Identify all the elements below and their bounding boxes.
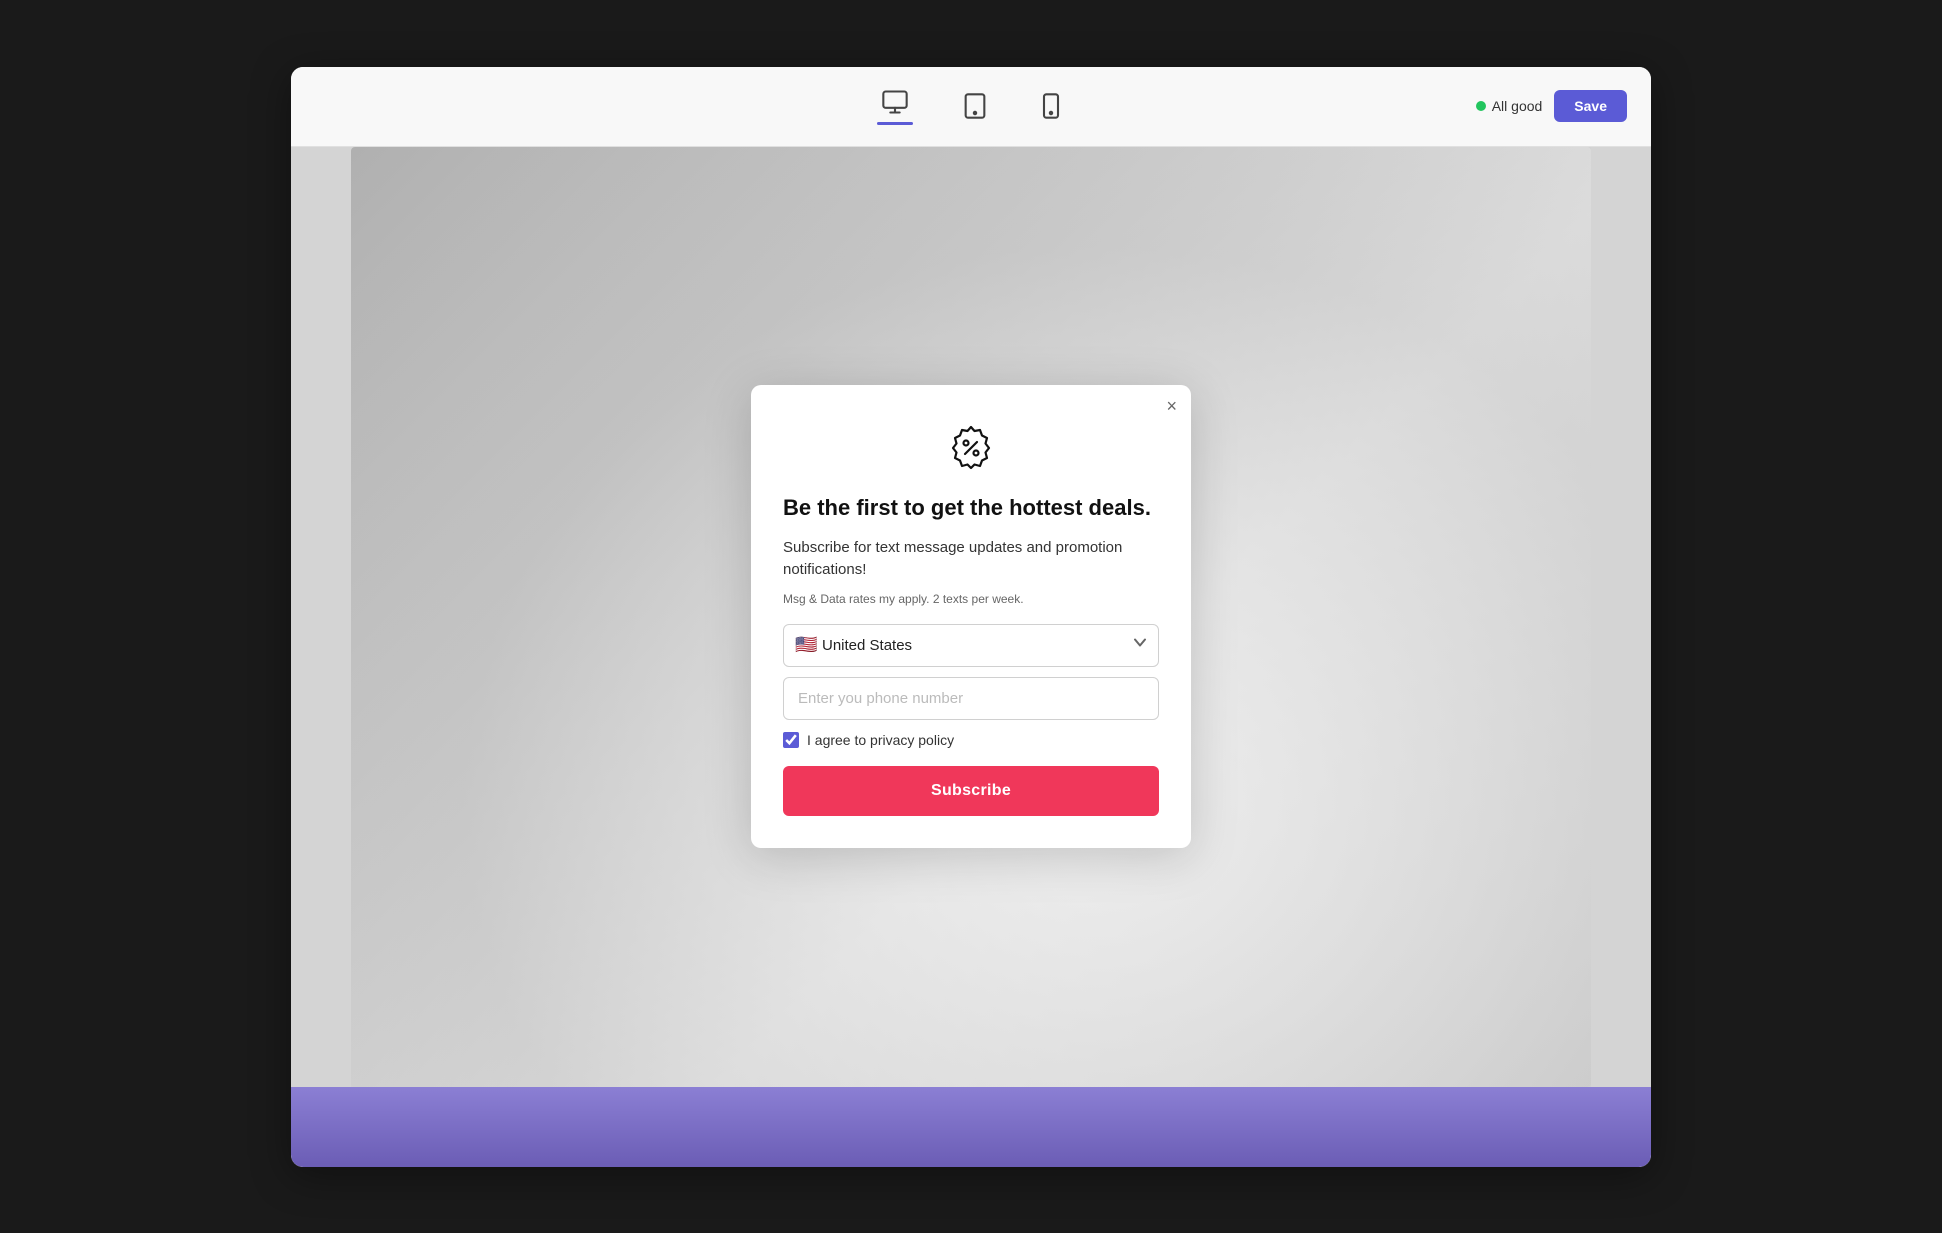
country-select-wrapper: 🇺🇸 United States Canada United Kingdom A… [783, 624, 1159, 667]
modal-close-button[interactable]: × [1166, 397, 1177, 415]
modal-disclaimer: Msg & Data rates my apply. 2 texts per w… [783, 592, 1159, 606]
modal-subtitle: Subscribe for text message updates and p… [783, 537, 1159, 582]
status-dot [1476, 101, 1486, 111]
device-icons [869, 80, 1073, 133]
mobile-device-button[interactable] [1029, 84, 1073, 128]
modal-icon-container [783, 421, 1159, 478]
desktop-device-button[interactable] [869, 80, 921, 133]
modal-title: Be the first to get the hottest deals. [783, 494, 1159, 523]
toolbar-right: All good Save [1476, 90, 1627, 122]
save-button[interactable]: Save [1554, 90, 1627, 122]
tablet-device-button[interactable] [953, 84, 997, 128]
phone-input[interactable] [783, 677, 1159, 720]
discount-tag-icon [945, 421, 997, 473]
canvas-inner: × Be the first to get the ho [351, 147, 1591, 1087]
bottom-bar [291, 1087, 1651, 1167]
status-label: All good [1492, 98, 1543, 114]
privacy-label: I agree to privacy policy [807, 732, 954, 748]
modal-overlay: × Be the first to get the ho [351, 147, 1591, 1087]
browser-window: All good Save × [291, 67, 1651, 1167]
subscribe-button[interactable]: Subscribe [783, 766, 1159, 816]
privacy-row: I agree to privacy policy [783, 732, 1159, 748]
privacy-checkbox[interactable] [783, 732, 799, 748]
toolbar: All good Save [291, 67, 1651, 147]
canvas-area: × Be the first to get the ho [291, 147, 1651, 1087]
modal-dialog: × Be the first to get the ho [751, 385, 1191, 848]
status-indicator: All good [1476, 98, 1543, 114]
country-select[interactable]: United States Canada United Kingdom Aust… [783, 624, 1159, 667]
